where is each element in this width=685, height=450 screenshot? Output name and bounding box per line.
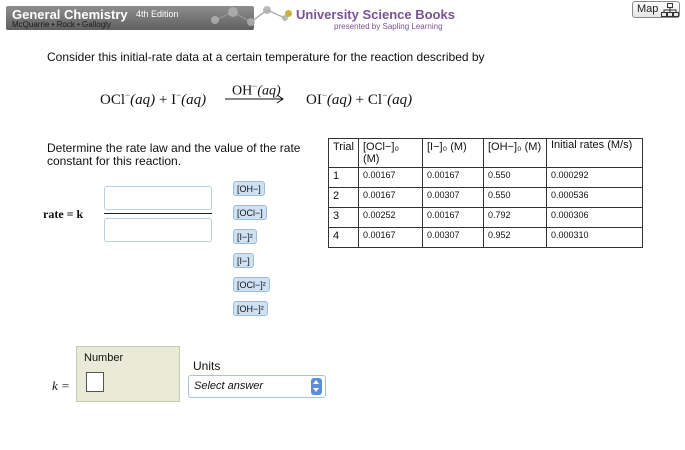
- table-cell: 0.550: [482, 187, 547, 208]
- chevron-up-icon: [313, 380, 319, 384]
- reaction-plus: +: [351, 92, 368, 108]
- table-cell: 1: [328, 167, 359, 188]
- reaction-products: OI−(aq) + Cl−(aq): [306, 90, 412, 109]
- product-chloride-state: (aq): [387, 92, 413, 108]
- table-cell: 0.00167: [357, 227, 423, 248]
- reaction-arrow-icon: [225, 94, 284, 104]
- reactant-ocl-state: (aq): [130, 92, 156, 108]
- units-select[interactable]: Select answer: [188, 375, 326, 398]
- header-bar: General Chemistry 4th Edition McQuarrie …: [0, 0, 685, 34]
- table-header-cell: [I−]₀ (M): [421, 138, 484, 168]
- table-cell: 0.00307: [421, 187, 484, 208]
- units-label: Units: [193, 359, 221, 373]
- k-label-text: k =: [52, 378, 70, 393]
- number-panel: Number: [76, 346, 180, 402]
- k-label: k =: [52, 378, 70, 394]
- publisher-subtitle: presented by Sapling Learning: [334, 22, 443, 31]
- table-cell: 0.00167: [357, 167, 423, 188]
- table-cell: 0.000536: [545, 187, 643, 208]
- publisher-name: University Science Books: [296, 7, 455, 22]
- question-prompt: Consider this initial-rate data at a cer…: [47, 50, 485, 64]
- select-arrows-icon[interactable]: [311, 378, 322, 395]
- table-cell: 0.00167: [357, 187, 423, 208]
- rate-law-label: rate = k: [43, 207, 84, 221]
- table-cell: 4: [328, 227, 359, 248]
- fraction-bar: [104, 213, 212, 214]
- product-chloride: Cl: [367, 92, 383, 108]
- reactant-iodide-state: (aq): [181, 92, 207, 108]
- table-cell: 0.00252: [357, 207, 423, 228]
- table-cell: 0.952: [482, 227, 547, 248]
- table-cell: 0.00307: [421, 227, 484, 248]
- rate-data-table: Trial [OCl−]₀ (M) [I−]₀ (M) [OH−]₀ (M) I…: [328, 138, 643, 248]
- sitemap-icon: [661, 3, 679, 17]
- table-cell: 0.00167: [421, 167, 484, 188]
- table-cell: 0.000310: [545, 227, 643, 248]
- book-edition: 4th Edition: [136, 9, 179, 19]
- chip-oh[interactable]: [OH−]: [233, 181, 265, 196]
- table-row: 4 0.00167 0.00307 0.952 0.000310: [328, 227, 643, 248]
- k-number-input[interactable]: [86, 372, 104, 392]
- reaction-reactants: OCl−(aq) + I−(aq): [100, 90, 206, 109]
- table-header-cell: [OH−]₀ (M): [482, 138, 547, 168]
- publisher-logo-icon: [285, 10, 292, 17]
- question-instruction: Determine the rate law and the value of …: [47, 141, 301, 168]
- book-authors: McQuarrie • Rock • Gallogly: [12, 20, 111, 29]
- table-header-row: Trial [OCl−]₀ (M) [I−]₀ (M) [OH−]₀ (M) I…: [328, 138, 643, 168]
- reaction-plus: +: [155, 92, 172, 108]
- map-label: Map: [637, 3, 659, 15]
- table-header-cell: Trial: [328, 138, 359, 168]
- table-header-cell: [OCl−]₀ (M): [357, 138, 423, 168]
- table-cell: 0.00167: [421, 207, 484, 228]
- table-row: 1 0.00167 0.00167 0.550 0.000292: [328, 167, 643, 188]
- chip-iodide-squared[interactable]: [I−]²: [233, 229, 257, 244]
- map-button[interactable]: Map: [632, 1, 680, 18]
- chip-ocl[interactable]: [OCl−]: [233, 205, 267, 220]
- table-cell: 3: [328, 207, 359, 228]
- table-cell: 0.792: [482, 207, 547, 228]
- chip-oh-squared[interactable]: [OH−]²: [233, 301, 268, 316]
- rate-numerator-dropzone[interactable]: [104, 186, 212, 210]
- reactant-ocl: OCl: [100, 92, 126, 108]
- number-title: Number: [84, 352, 124, 364]
- product-oi: OI: [306, 92, 322, 108]
- chevron-down-icon: [313, 388, 319, 392]
- table-cell: 0.550: [482, 167, 547, 188]
- table-row: 3 0.00252 0.00167 0.792 0.000306: [328, 207, 643, 228]
- product-oi-state: (aq): [326, 92, 352, 108]
- table-header-cell: Initial rates (M/s): [545, 138, 643, 168]
- units-select-text: Select answer: [194, 380, 264, 392]
- chip-ocl-squared[interactable]: [OCl−]²: [233, 277, 270, 292]
- table-cell: 2: [328, 187, 359, 208]
- table-cell: 0.000292: [545, 167, 643, 188]
- chip-iodide[interactable]: [I−]: [233, 253, 254, 268]
- table-cell: 0.000306: [545, 207, 643, 228]
- table-row: 2 0.00167 0.00307 0.550 0.000536: [328, 187, 643, 208]
- rate-denominator-dropzone[interactable]: [104, 218, 212, 242]
